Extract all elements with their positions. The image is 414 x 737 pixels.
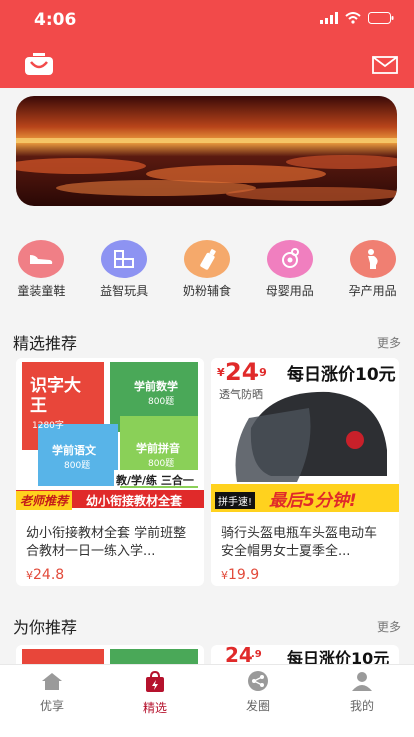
shop-logo-icon[interactable] [24, 52, 54, 76]
category-label: 母婴用品 [265, 284, 314, 298]
category-label: 奶粉辅食 [182, 284, 231, 298]
section-title: 为你推荐 [13, 618, 78, 637]
sunset-clouds-image [16, 96, 397, 206]
category-label: 益智玩具 [100, 284, 149, 298]
more-link[interactable]: 更多 [377, 334, 401, 351]
status-time: 4:06 [34, 10, 77, 30]
category-milk-food[interactable]: 奶粉辅食 [168, 240, 246, 300]
price-value: 19.9 [228, 567, 260, 583]
share-icon [248, 671, 268, 691]
product-price: ¥24.8 [16, 561, 204, 583]
currency-symbol: ¥ [221, 569, 228, 582]
user-icon [352, 672, 372, 691]
product-image: ¥ 24 .9 每日涨价10元 透气防晒 拼手速! 最后5分钟! [211, 358, 399, 518]
shoe-icon [18, 240, 65, 278]
tab-label: 发圈 [245, 699, 270, 713]
tab-label: 优享 [39, 699, 64, 713]
category-row: 童装童鞋 益智玩具 奶粉辅食 母婴用品 孕产用品 [0, 240, 414, 300]
product-card[interactable]: ¥ 24 .9 每日涨价10元 透气防晒 拼手速! 最后5分钟! 骑行头盔电瓶车… [211, 358, 399, 586]
pregnant-icon [349, 240, 396, 278]
tab-label: 精选 [142, 701, 167, 715]
tab-wode[interactable]: 我的 [322, 671, 402, 714]
wifi-icon [345, 12, 361, 24]
category-label: 童装童鞋 [17, 284, 66, 298]
category-maternity[interactable]: 孕产用品 [334, 240, 412, 300]
product-card[interactable]: 识字大王 1280字 学前数学 800题 学前语文 800题 学前拼音 800题… [16, 358, 204, 586]
for-you-section-header: 为你推荐 更多 [13, 614, 401, 638]
category-label: 孕产用品 [348, 284, 397, 298]
bottle-icon [183, 240, 230, 278]
promo-sub: 透气防晒 [219, 388, 263, 401]
promo-banner[interactable] [16, 96, 397, 206]
bottom-tab-bar: 优享 精选 发圈 我的 [0, 664, 414, 737]
status-icons [320, 12, 394, 24]
featured-section-header: 精选推荐 更多 [13, 330, 401, 354]
blocks-icon [101, 240, 148, 278]
more-link[interactable]: 更多 [377, 618, 401, 635]
price-prefix: ¥ [217, 366, 225, 379]
product-title: 骑行头盔电瓶车头盔电动车安全帽男女士夏季全... [221, 526, 378, 559]
home-icon [42, 673, 62, 690]
banner-text: 幼小衔接教材全套 [86, 494, 183, 508]
tab-jingxuan[interactable]: 精选 [115, 670, 195, 716]
promo-headline: 每日涨价10元 [287, 365, 396, 385]
book-count: 800题 [64, 461, 91, 471]
category-baby-products[interactable]: 母婴用品 [251, 240, 329, 300]
tab-faquan[interactable]: 发圈 [218, 671, 298, 714]
price-suffix: .9 [251, 649, 262, 660]
tab-youxiang[interactable]: 优享 [12, 671, 92, 714]
hurry-tag: 拼手速! [215, 492, 256, 509]
product-image: 识字大王 1280字 学前数学 800题 学前语文 800题 学前拼音 800题… [16, 358, 204, 518]
battery-icon [368, 12, 394, 24]
price-value: 24.8 [33, 567, 65, 583]
category-kids-clothing[interactable]: 童装童鞋 [2, 240, 80, 300]
currency-symbol: ¥ [26, 569, 33, 582]
book-count: 800题 [148, 397, 175, 407]
product-title: 幼小衔接教材全套 学前班整合教材一日一练入学... [26, 526, 187, 559]
app-header: 4:06 [0, 0, 414, 88]
bag-icon [146, 670, 164, 692]
countdown-text: 最后5分钟! [269, 491, 357, 511]
teacher-recommend-tag: 老师推荐 [16, 491, 73, 510]
price-suffix: .9 [255, 366, 267, 379]
book-count: 800题 [148, 459, 175, 469]
book-title-chinese: 学前语文 [52, 444, 96, 457]
signal-icon [320, 12, 338, 24]
book-count: 1280字 [32, 421, 64, 431]
mail-icon[interactable] [372, 56, 398, 74]
tab-label: 我的 [349, 699, 374, 713]
book-title-pinyin: 学前拼音 [136, 442, 180, 455]
combo-tag: 教/学/练 三合一 [116, 474, 194, 487]
section-title: 精选推荐 [13, 334, 78, 353]
product-price: ¥19.9 [211, 561, 399, 583]
price-main: 24 [225, 358, 259, 386]
pacifier-icon [266, 240, 313, 278]
category-toys[interactable]: 益智玩具 [85, 240, 163, 300]
book-title-math: 学前数学 [134, 380, 178, 393]
book-title-chars: 识字大王 [30, 376, 81, 416]
